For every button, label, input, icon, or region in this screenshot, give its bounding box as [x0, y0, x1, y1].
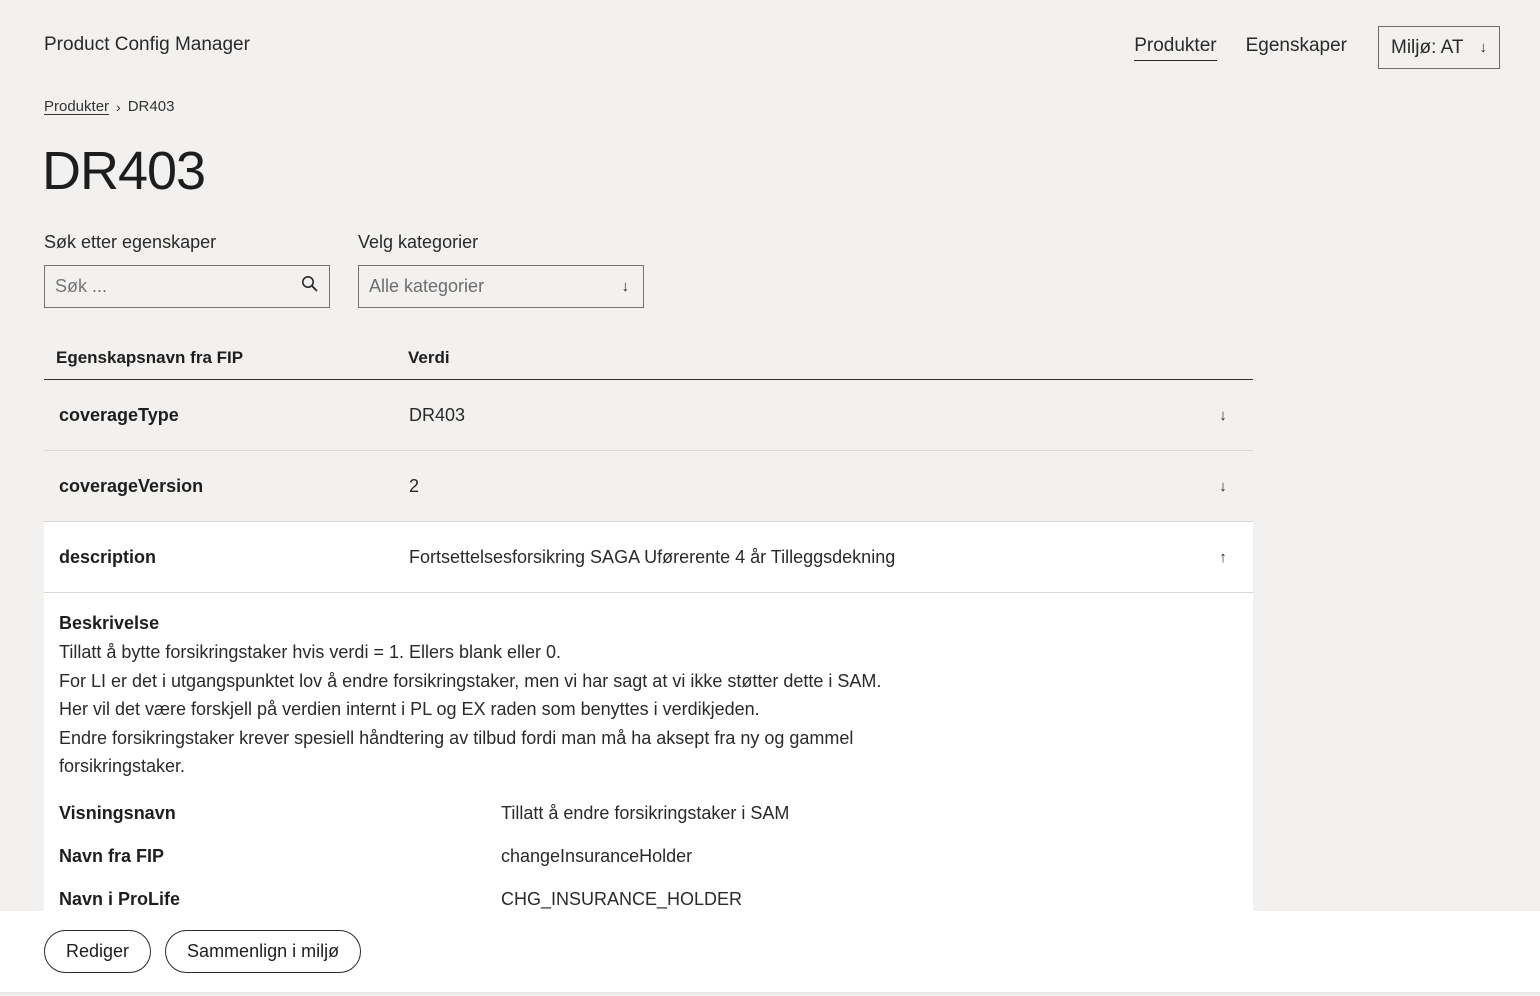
detail-property-row: Navn i ProLife CHG_INSURANCE_HOLDER	[59, 887, 1238, 914]
search-label: Søk etter egenskaper	[44, 232, 217, 252]
detail-property-row: Navn fra FIP changeInsuranceHolder	[59, 844, 1238, 887]
row-detail-panel: Beskrivelse Tillatt å bytte forsikringst…	[44, 593, 1253, 913]
detail-text-line: Tillatt å bytte forsikringstaker hvis ve…	[59, 642, 562, 662]
nav-link-egenskaper[interactable]: Egenskaper	[1246, 35, 1347, 60]
breadcrumb-link-produkter[interactable]: Produkter	[44, 98, 109, 115]
detail-text-line: Endre forsikringstaker krever spesiell h…	[59, 727, 854, 777]
property-name: description	[59, 546, 157, 567]
detail-property-list: Visningsnavn Tillatt å endre forsikrings…	[59, 801, 1238, 914]
detail-property-value: changeInsuranceHolder	[501, 845, 693, 866]
property-value: DR403	[409, 404, 466, 425]
nav-link-produkter[interactable]: Produkter	[1134, 35, 1217, 61]
edit-button[interactable]: Rediger	[44, 930, 152, 973]
column-header-name: Egenskapsnavn fra FIP	[56, 347, 244, 367]
table-row[interactable]: coverageVersion 2 ↓	[44, 451, 1253, 522]
detail-property-value: CHG_INSURANCE_HOLDER	[501, 888, 743, 909]
property-name: coverageVersion	[59, 475, 204, 496]
expand-arrow-icon[interactable]: ↓	[1193, 478, 1253, 495]
chevron-down-icon: ↓	[621, 278, 630, 295]
arrow-down-icon: ↓	[1479, 39, 1488, 56]
detail-text-line: For LI er det i utgangspunktet lov å end…	[59, 670, 882, 691]
property-name: coverageType	[59, 404, 179, 425]
property-value: 2	[409, 475, 420, 496]
table-row[interactable]: coverageType DR403 ↓	[44, 380, 1253, 451]
expand-arrow-icon[interactable]: ↓	[1193, 407, 1253, 424]
properties-table: Egenskapsnavn fra FIP Verdi coverageType…	[44, 336, 1253, 913]
detail-text-line: Her vil det være forskjell på verdien in…	[59, 699, 760, 719]
breadcrumb: Produkter › DR403	[44, 98, 174, 115]
page-title: DR403	[42, 141, 206, 201]
search-box	[44, 265, 330, 308]
app-title: Product Config Manager	[44, 34, 250, 55]
environment-label: Miljø: AT	[1391, 36, 1464, 58]
top-navigation: Produkter Egenskaper Miljø: AT ↓	[1134, 26, 1500, 69]
detail-property-key: Visningsnavn	[59, 802, 176, 823]
category-select[interactable]: Alle kategorier ↓	[358, 265, 644, 308]
search-filter: Søk etter egenskaper	[44, 232, 330, 308]
table-header: Egenskapsnavn fra FIP Verdi	[44, 336, 1253, 380]
column-header-value: Verdi	[408, 347, 450, 367]
category-label: Velg kategorier	[358, 232, 479, 252]
compare-environment-button[interactable]: Sammenlign i miljø	[165, 930, 362, 973]
category-selected-value: Alle kategorier	[369, 276, 485, 296]
table-row-expanded[interactable]: description Fortsettelsesforsikring SAGA…	[44, 522, 1253, 593]
breadcrumb-current: DR403	[127, 98, 175, 115]
detail-property-key: Navn fra FIP	[59, 845, 165, 866]
category-filter: Velg kategorier Alle kategorier ↓	[358, 232, 644, 308]
search-icon[interactable]	[301, 275, 319, 298]
page: Product Config Manager Produkter Egenska…	[0, 0, 1540, 996]
action-bar: Rediger Sammenlign i miljø	[0, 911, 1540, 994]
detail-property-key: Navn i ProLife	[59, 888, 181, 909]
detail-property-row: Visningsnavn Tillatt å endre forsikrings…	[59, 801, 1238, 844]
search-input[interactable]	[55, 276, 275, 297]
property-value: Fortsettelsesforsikring SAGA Uførerente …	[409, 546, 896, 567]
collapse-arrow-icon[interactable]: ↑	[1193, 549, 1253, 566]
environment-select[interactable]: Miljø: AT ↓	[1378, 26, 1500, 69]
detail-property-value: Tillatt å endre forsikringstaker i SAM	[501, 802, 790, 823]
detail-heading: Beskrivelse	[59, 613, 160, 633]
breadcrumb-separator-icon: ›	[116, 98, 121, 115]
